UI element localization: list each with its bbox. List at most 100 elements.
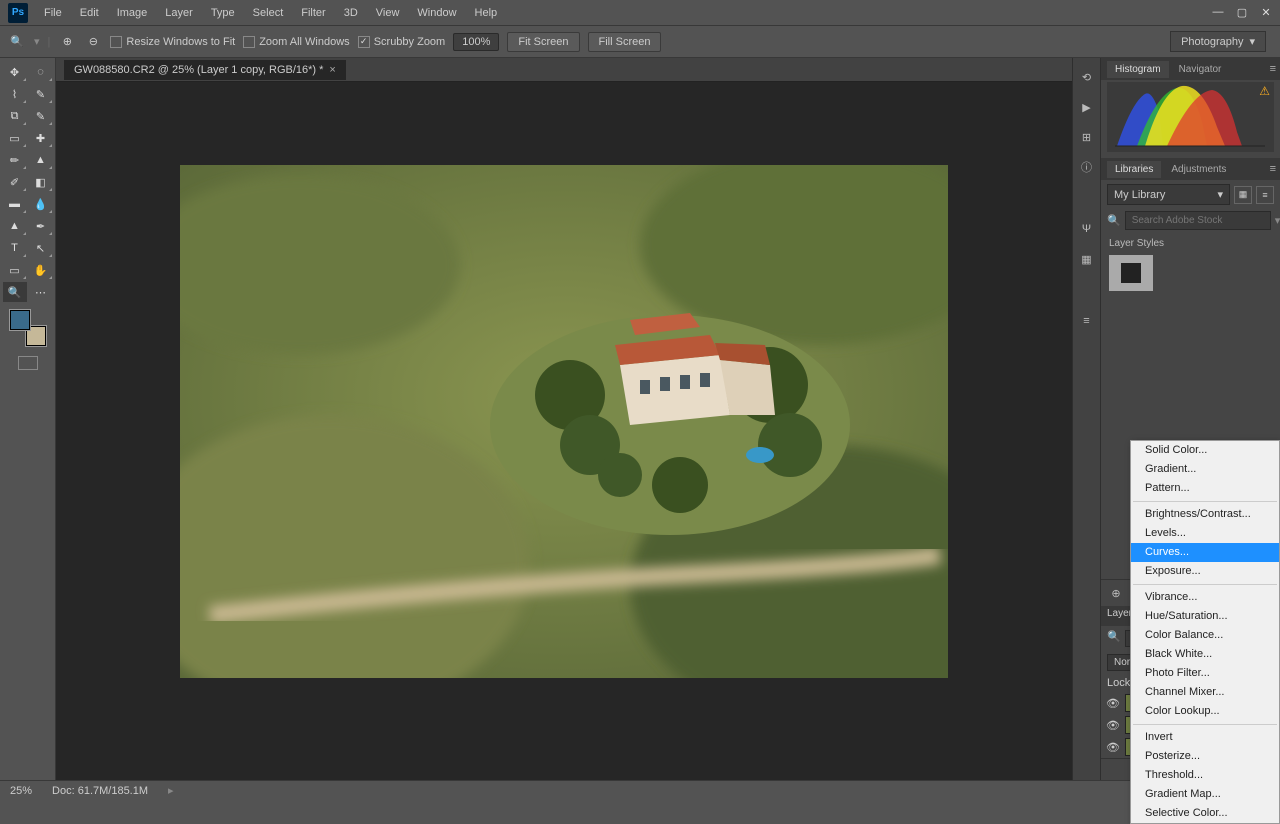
scrubby-zoom-checkbox[interactable]: Scrubby Zoom [358,36,446,48]
ctx-item-solid-color[interactable]: Solid Color... [1131,441,1279,460]
ctx-item-threshold[interactable]: Threshold... [1131,766,1279,785]
menu-3d[interactable]: 3D [336,3,366,23]
ctx-item-gradient-map[interactable]: Gradient Map... [1131,785,1279,804]
library-dropdown[interactable]: My Library▾ [1107,184,1230,205]
swatches-icon[interactable]: ▦ [1078,250,1096,268]
blur-tool[interactable]: 💧 [29,194,53,214]
options-bar: 🔍 ▾ | ⊕ ⊖ Resize Windows to Fit Zoom All… [0,26,1280,58]
foreground-color-swatch[interactable] [10,310,30,330]
brushes-icon[interactable]: Ψ [1078,220,1096,238]
ctx-item-pattern[interactable]: Pattern... [1131,479,1279,498]
status-doc-size[interactable]: Doc: 61.7M/185.1M [52,785,148,797]
ctx-item-black-white[interactable]: Black White... [1131,645,1279,664]
eyedropper-tool[interactable]: ✎ [29,106,53,126]
lasso-tool[interactable]: ⌇ [3,84,27,104]
healing-tool[interactable]: ✚ [29,128,53,148]
visibility-toggle-icon[interactable]: 👁 [1105,697,1121,710]
history-icon[interactable]: ⟲ [1078,68,1096,86]
history-brush-tool[interactable]: ✐ [3,172,27,192]
resize-windows-checkbox[interactable]: Resize Windows to Fit [110,36,235,48]
ctx-item-gradient[interactable]: Gradient... [1131,460,1279,479]
menu-image[interactable]: Image [109,3,156,23]
add-content-icon[interactable]: ⊕ [1107,584,1125,602]
stamp-tool[interactable]: ▲ [29,150,53,170]
ctx-item-brightness-contrast[interactable]: Brightness/Contrast... [1131,505,1279,524]
close-button[interactable]: ✕ [1258,4,1274,20]
zoom-percent-field[interactable]: 100% [453,33,499,51]
ctx-item-curves[interactable]: Curves... [1131,543,1279,562]
menu-filter[interactable]: Filter [293,3,333,23]
menu-select[interactable]: Select [245,3,292,23]
new-adjustment-layer-menu: Solid Color...Gradient...Pattern... Brigh… [1130,440,1280,824]
zoom-in-icon[interactable]: ⊕ [58,33,76,51]
search-chevron-icon[interactable]: ▾ [1275,214,1280,227]
ctx-item-color-lookup[interactable]: Color Lookup... [1131,702,1279,721]
fit-screen-button[interactable]: Fit Screen [507,32,579,52]
visibility-toggle-icon[interactable]: 👁 [1105,719,1121,732]
maximize-button[interactable]: ▢ [1234,4,1250,20]
ctx-item-levels[interactable]: Levels... [1131,524,1279,543]
menu-view[interactable]: View [368,3,408,23]
tab-histogram[interactable]: Histogram [1107,61,1169,78]
close-tab-icon[interactable]: × [329,64,335,76]
frame-tool[interactable]: ▭ [3,128,27,148]
ctx-item-invert[interactable]: Invert [1131,728,1279,747]
marquee-tool[interactable]: ◌ [29,62,53,82]
zoom-out-icon[interactable]: ⊖ [84,33,102,51]
ctx-item-color-balance[interactable]: Color Balance... [1131,626,1279,645]
info-icon[interactable]: ⓘ [1078,158,1096,176]
actions-icon[interactable]: ▶ [1078,98,1096,116]
stock-search-input[interactable] [1125,211,1271,230]
hand-tool[interactable]: ✋ [29,260,53,280]
app-logo: Ps [8,3,28,23]
quick-mask-toggle[interactable] [18,356,38,370]
panel-menu-icon[interactable]: ≡ [1270,163,1276,175]
fill-screen-button[interactable]: Fill Screen [588,32,662,52]
type-tool[interactable]: T [3,238,27,258]
list-view-icon[interactable]: ≡ [1256,186,1274,204]
path-tool[interactable]: ↖ [29,238,53,258]
document-tab[interactable]: GW088580.CR2 @ 25% (Layer 1 copy, RGB/16… [64,60,346,80]
edit-toolbar[interactable]: ⋯ [29,282,53,302]
shape-tool[interactable]: ▭ [3,260,27,280]
menu-edit[interactable]: Edit [72,3,107,23]
canvas[interactable] [56,82,1072,780]
properties-icon[interactable]: ⊞ [1078,128,1096,146]
visibility-toggle-icon[interactable]: 👁 [1105,741,1121,754]
ctx-item-exposure[interactable]: Exposure... [1131,562,1279,581]
crop-tool[interactable]: ⧉ [3,106,27,126]
ctx-item-hue-saturation[interactable]: Hue/Saturation... [1131,607,1279,626]
menu-type[interactable]: Type [203,3,243,23]
brush-tool[interactable]: ✏ [3,150,27,170]
zoom-all-checkbox[interactable]: Zoom All Windows [243,36,349,48]
gradient-tool[interactable]: ▬ [3,194,27,214]
menu-window[interactable]: Window [409,3,464,23]
ctx-item-vibrance[interactable]: Vibrance... [1131,588,1279,607]
tab-adjustments[interactable]: Adjustments [1163,161,1234,178]
ctx-item-channel-mixer[interactable]: Channel Mixer... [1131,683,1279,702]
status-zoom[interactable]: 25% [10,785,32,797]
paragraph-icon[interactable]: ≡ [1078,312,1096,330]
quick-select-tool[interactable]: ✎ [29,84,53,104]
workspace-dropdown[interactable]: Photography▾ [1170,31,1266,52]
tab-navigator[interactable]: Navigator [1171,61,1230,78]
menu-file[interactable]: File [36,3,70,23]
ctx-item-selective-color[interactable]: Selective Color... [1131,804,1279,823]
eraser-tool[interactable]: ◧ [29,172,53,192]
color-swatches[interactable] [10,310,46,346]
ctx-item-posterize[interactable]: Posterize... [1131,747,1279,766]
zoom-tool[interactable]: 🔍 [3,282,27,302]
histogram-warning-icon[interactable]: ⚠ [1259,84,1270,98]
menu-layer[interactable]: Layer [157,3,201,23]
zoom-tool-icon[interactable]: 🔍 [8,33,26,51]
menu-help[interactable]: Help [467,3,506,23]
grid-view-icon[interactable]: ▦ [1234,186,1252,204]
panel-menu-icon[interactable]: ≡ [1270,63,1276,75]
tab-libraries[interactable]: Libraries [1107,161,1161,178]
layer-style-thumb[interactable] [1109,255,1153,291]
pen-tool[interactable]: ✒ [29,216,53,236]
ctx-item-photo-filter[interactable]: Photo Filter... [1131,664,1279,683]
minimize-button[interactable]: — [1210,4,1226,20]
move-tool[interactable]: ✥ [3,62,27,82]
dodge-tool[interactable]: ▲ [3,216,27,236]
